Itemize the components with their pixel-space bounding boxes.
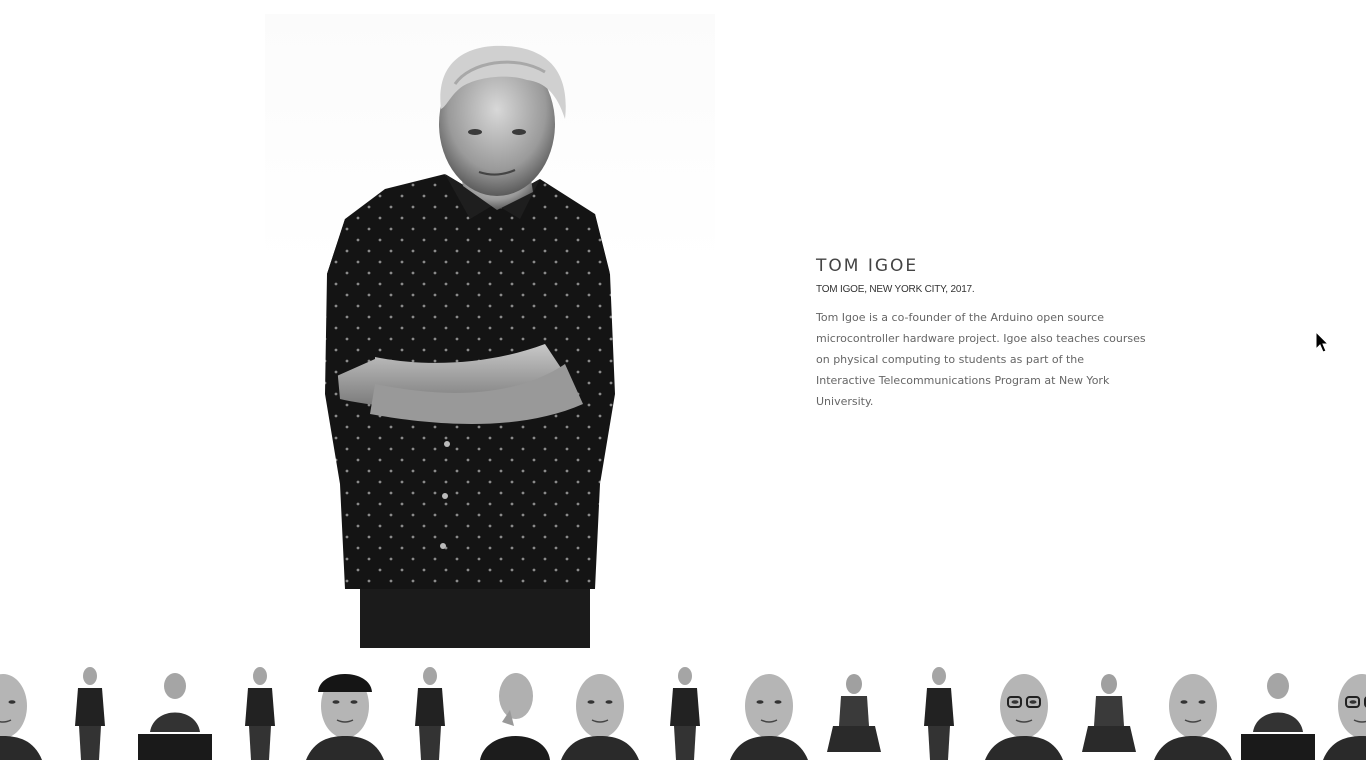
thumbnail-portrait[interactable] — [51, 662, 129, 760]
thumbnail-portrait[interactable] — [561, 662, 639, 760]
thumbnail-portrait[interactable] — [1323, 662, 1366, 760]
thumbnail-portrait[interactable] — [815, 662, 893, 760]
thumbnail-portrait[interactable] — [136, 662, 214, 760]
mouse-cursor-icon — [1315, 331, 1329, 353]
profile-name: TOM IGOE — [816, 256, 919, 276]
thumbnail-portrait[interactable] — [391, 662, 469, 760]
thumbnail-strip — [0, 662, 1366, 768]
profile-info-panel: TOM IGOE TOM IGOE, NEW YORK CITY, 2017. … — [816, 255, 1146, 412]
thumbnail-portrait[interactable] — [476, 662, 554, 760]
thumbnail-portrait[interactable] — [1239, 662, 1317, 760]
portrait-gallery-page: TOM IGOE TOM IGOE, NEW YORK CITY, 2017. … — [0, 0, 1366, 768]
main-portrait-image — [265, 14, 715, 648]
thumbnail-portrait[interactable] — [646, 662, 724, 760]
thumbnail-portrait[interactable] — [0, 662, 42, 760]
thumbnail-portrait[interactable] — [306, 662, 384, 760]
thumbnail-portrait[interactable] — [1070, 662, 1148, 760]
thumbnail-portrait[interactable] — [985, 662, 1063, 760]
thumbnail-portrait[interactable] — [730, 662, 808, 760]
profile-bio: Tom Igoe is a co-founder of the Arduino … — [816, 311, 1146, 408]
thumbnail-portrait[interactable] — [1154, 662, 1232, 760]
thumbnail-portrait[interactable] — [900, 662, 978, 760]
profile-caption: TOM IGOE, NEW YORK CITY, 2017. — [816, 284, 975, 295]
thumbnail-portrait[interactable] — [221, 662, 299, 760]
